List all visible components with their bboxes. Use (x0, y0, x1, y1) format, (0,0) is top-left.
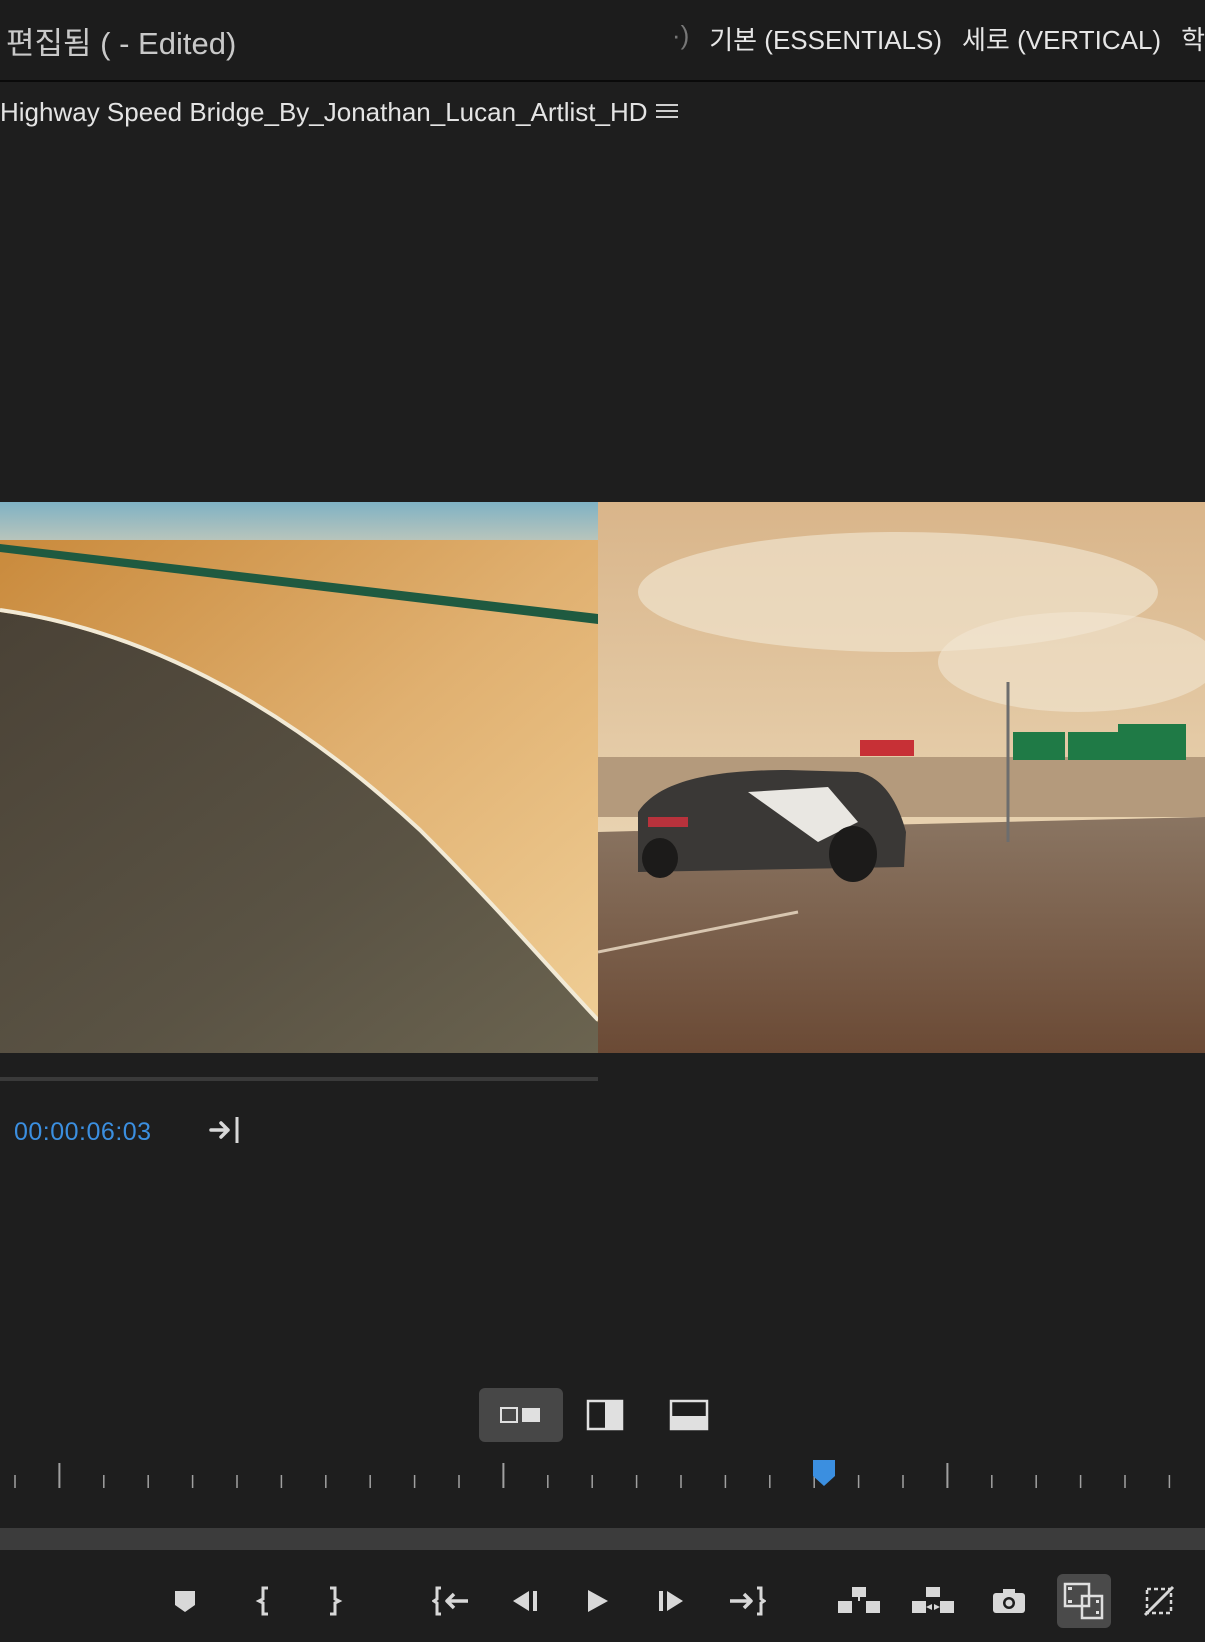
workspace-tab-essentials[interactable]: 기본 (ESSENTIALS) (709, 20, 942, 57)
side-by-side-button[interactable] (479, 1388, 563, 1442)
clip-name[interactable]: Highway Speed Bridge_By_Jonathan_Lucan_A… (0, 97, 648, 128)
comparison-view-icon (1063, 1582, 1104, 1620)
time-ruler[interactable] (0, 1455, 1205, 1495)
toggle-proxies-icon (1143, 1585, 1175, 1617)
title-bar: 편집됨 ( - Edited) ·) 기본 (ESSENTIALS) 세로 (V… (0, 0, 1205, 82)
horizontal-split-icon (669, 1399, 709, 1431)
mark-in-button[interactable] (238, 1574, 292, 1628)
export-frame-button[interactable] (982, 1574, 1036, 1628)
mark-out-icon (330, 1586, 343, 1616)
go-to-in-icon (432, 1586, 468, 1616)
step-forward-icon (659, 1591, 683, 1611)
toggle-proxies-button[interactable] (1132, 1574, 1186, 1628)
program-frame (598, 502, 1205, 1053)
comparison-view-button[interactable] (1057, 1574, 1111, 1628)
workspace-tab-vertical[interactable]: 세로 (VERTICAL) (962, 20, 1161, 57)
comparison-layout-toggle (479, 1388, 731, 1442)
playhead-marker[interactable] (810, 1458, 838, 1488)
go-to-out-icon (730, 1586, 766, 1616)
desert-track-frame (0, 502, 598, 1053)
lift-button[interactable] (832, 1574, 886, 1628)
play-icon (588, 1590, 608, 1612)
lift-icon (838, 1587, 880, 1613)
workspace-tab-partial[interactable]: ·) (672, 20, 689, 57)
add-marker-button[interactable] (158, 1574, 212, 1628)
viewer-scrub-bar[interactable] (0, 1077, 598, 1081)
play-button[interactable] (570, 1574, 624, 1628)
zoom-scroll-bar[interactable] (0, 1528, 1205, 1550)
go-to-out-button[interactable] (720, 1574, 774, 1628)
program-monitor-header: Highway Speed Bridge_By_Jonathan_Lucan_A… (0, 82, 1205, 146)
highway-car-frame (598, 502, 1205, 1053)
vertical-split-button[interactable] (563, 1388, 647, 1442)
mark-in-icon (255, 1586, 268, 1616)
workspace-tabs: ·) 기본 (ESSENTIALS) 세로 (VERTICAL) 학 (652, 20, 1205, 57)
transport-controls (0, 1560, 1205, 1642)
video-viewer[interactable] (0, 502, 1205, 1053)
add-marker-icon (175, 1591, 195, 1612)
vertical-split-icon (586, 1399, 624, 1431)
document-title: 편집됨 ( - Edited) (6, 26, 237, 61)
step-back-icon (513, 1591, 537, 1611)
extract-icon (912, 1587, 954, 1613)
side-by-side-icon (500, 1407, 540, 1423)
playhead-timecode[interactable]: 00:00:06:03 (14, 1118, 152, 1147)
panel-menu-icon[interactable] (656, 100, 678, 122)
export-frame-icon (993, 1589, 1025, 1613)
reference-frame (0, 502, 598, 1053)
workspace-tab-more[interactable]: 학 (1181, 20, 1205, 57)
go-to-out-point-icon[interactable] (208, 1114, 244, 1146)
step-back-button[interactable] (498, 1574, 552, 1628)
mark-out-button[interactable] (306, 1574, 360, 1628)
go-to-in-button[interactable] (424, 1574, 478, 1628)
step-forward-button[interactable] (644, 1574, 698, 1628)
extract-button[interactable] (906, 1574, 960, 1628)
horizontal-split-button[interactable] (647, 1388, 731, 1442)
